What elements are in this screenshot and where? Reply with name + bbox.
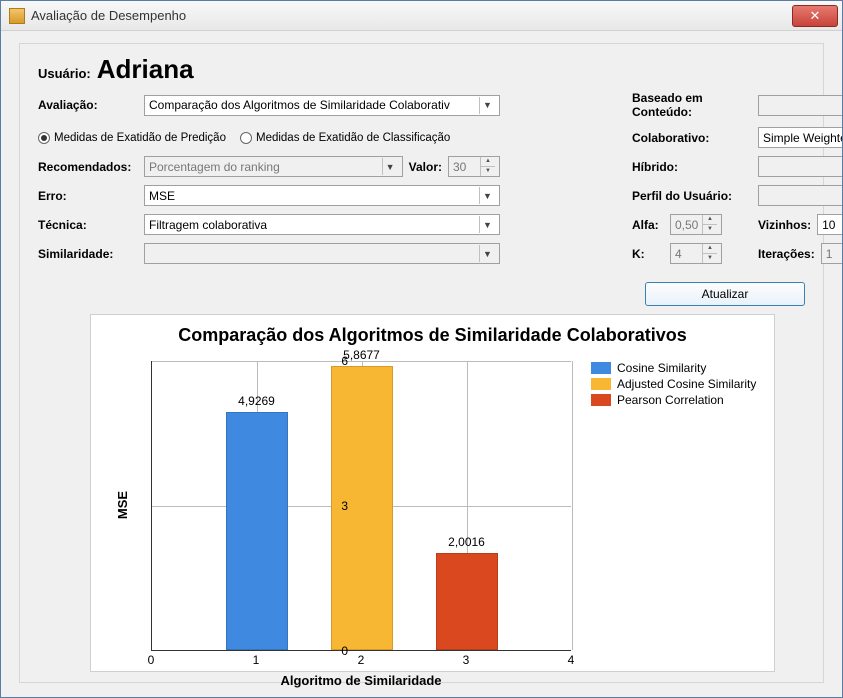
titlebar: Avaliação de Desempenho ✕ xyxy=(1,1,842,31)
chart-ytick: 6 xyxy=(341,354,348,368)
radio-predicao[interactable]: Medidas de Exatidão de Predição xyxy=(38,132,226,144)
chevron-down-icon: ▼ xyxy=(479,97,495,114)
stepper-icon: ▲▼ xyxy=(702,244,717,263)
hibrido-label: Híbrido: xyxy=(632,160,752,174)
k-label: K: xyxy=(632,247,664,261)
perfil-select: ▼ xyxy=(758,185,842,206)
close-button[interactable]: ✕ xyxy=(792,5,838,27)
k-stepper: 4 ▲▼ xyxy=(670,243,722,264)
chart-xtick: 4 xyxy=(568,653,575,667)
colaborativo-label: Colaborativo: xyxy=(632,131,752,145)
conteudo-label: Baseado em Conteúdo: xyxy=(632,91,752,119)
legend-item: Cosine Similarity xyxy=(591,361,756,375)
recomendados-select: Porcentagem do ranking ▼ xyxy=(144,156,403,177)
legend-label: Cosine Similarity xyxy=(617,361,706,375)
legend-label: Pearson Correlation xyxy=(617,393,724,407)
tecnica-label: Técnica: xyxy=(38,218,138,232)
chevron-down-icon: ▼ xyxy=(479,245,495,262)
colaborativo-select[interactable]: Simple Weighted Average ▼ xyxy=(758,127,842,148)
conteudo-select: ▼ xyxy=(758,95,842,116)
app-window: Avaliação de Desempenho ✕ Usuário: Adria… xyxy=(0,0,843,698)
content-area: Usuário: Adriana Avaliação: Comparação d… xyxy=(1,31,842,697)
atualizar-button[interactable]: Atualizar xyxy=(645,282,805,306)
user-label: Usuário: xyxy=(38,66,91,81)
hibrido-select: ▼ xyxy=(758,156,842,177)
chart-bar xyxy=(331,366,393,650)
valor-stepper: 30 ▲▼ xyxy=(448,156,500,177)
chart-legend: Cosine Similarity Adjusted Cosine Similar… xyxy=(591,361,756,409)
legend-item: Pearson Correlation xyxy=(591,393,756,407)
stepper-icon: ▲▼ xyxy=(480,157,495,176)
chart-plot: 4,92695,86772,0016 xyxy=(151,361,571,651)
erro-select[interactable]: MSE ▼ xyxy=(144,185,500,206)
iter-stepper: 1 ▲▼ xyxy=(821,243,842,264)
chart-xlabel: Algoritmo de Similaridade xyxy=(151,673,571,688)
valor-label: Valor: xyxy=(409,160,442,174)
chevron-down-icon: ▼ xyxy=(479,187,495,204)
chevron-down-icon: ▼ xyxy=(382,158,398,175)
radio-dot-icon xyxy=(38,132,50,144)
alfa-stepper: 0,50 ▲▼ xyxy=(670,214,722,235)
legend-item: Adjusted Cosine Similarity xyxy=(591,377,756,391)
similaridade-select: ▼ xyxy=(144,243,500,264)
legend-label: Adjusted Cosine Similarity xyxy=(617,377,756,391)
main-panel: Usuário: Adriana Avaliação: Comparação d… xyxy=(19,43,824,683)
chart-xtick: 1 xyxy=(253,653,260,667)
avaliacao-select[interactable]: Comparação dos Algoritmos de Similaridad… xyxy=(144,95,500,116)
perfil-label: Perfil do Usuário: xyxy=(632,189,752,203)
app-icon xyxy=(9,8,25,24)
metric-radios: Medidas de Exatidão de Predição Medidas … xyxy=(38,132,500,144)
stepper-icon: ▲▼ xyxy=(702,215,717,234)
user-row: Usuário: Adriana xyxy=(38,54,805,85)
chart-xtick: 0 xyxy=(148,653,155,667)
erro-label: Erro: xyxy=(38,189,138,203)
iter-label: Iterações: xyxy=(758,247,815,261)
chart-data-label: 4,9269 xyxy=(232,394,282,408)
legend-swatch xyxy=(591,394,611,406)
recomendados-label: Recomendados: xyxy=(38,160,138,174)
chart-data-label: 2,0016 xyxy=(442,535,492,549)
radio-dot-icon xyxy=(240,132,252,144)
chart-ylabel: MSE xyxy=(115,491,130,519)
vizinhos-stepper[interactable]: 10 ▲▼ xyxy=(817,214,842,235)
alfa-label: Alfa: xyxy=(632,218,664,232)
chart-gridline xyxy=(572,361,573,650)
chart-body: MSE 4,92695,86772,0016 Algoritmo de Simi… xyxy=(91,355,774,671)
chart-bar xyxy=(226,412,288,650)
legend-swatch xyxy=(591,362,611,374)
similaridade-label: Similaridade: xyxy=(38,247,138,261)
avaliacao-label: Avaliação: xyxy=(38,98,138,112)
window-title: Avaliação de Desempenho xyxy=(31,8,792,23)
chart-ytick: 0 xyxy=(341,644,348,658)
vizinhos-label: Vizinhos: xyxy=(758,218,811,232)
chart-title: Comparação dos Algoritmos de Similaridad… xyxy=(91,315,774,350)
radio-classificacao[interactable]: Medidas de Exatidão de Classificação xyxy=(240,132,450,144)
legend-swatch xyxy=(591,378,611,390)
tecnica-select[interactable]: Filtragem colaborativa ▼ xyxy=(144,214,500,235)
chart-bar xyxy=(436,553,498,650)
chart-xtick: 2 xyxy=(358,653,365,667)
chart-container: Comparação dos Algoritmos de Similaridad… xyxy=(90,314,775,672)
user-name: Adriana xyxy=(97,54,194,85)
form-grid: Avaliação: Comparação dos Algoritmos de … xyxy=(38,91,805,264)
chevron-down-icon: ▼ xyxy=(479,216,495,233)
chart-xtick: 3 xyxy=(463,653,470,667)
chart-ytick: 3 xyxy=(341,499,348,513)
